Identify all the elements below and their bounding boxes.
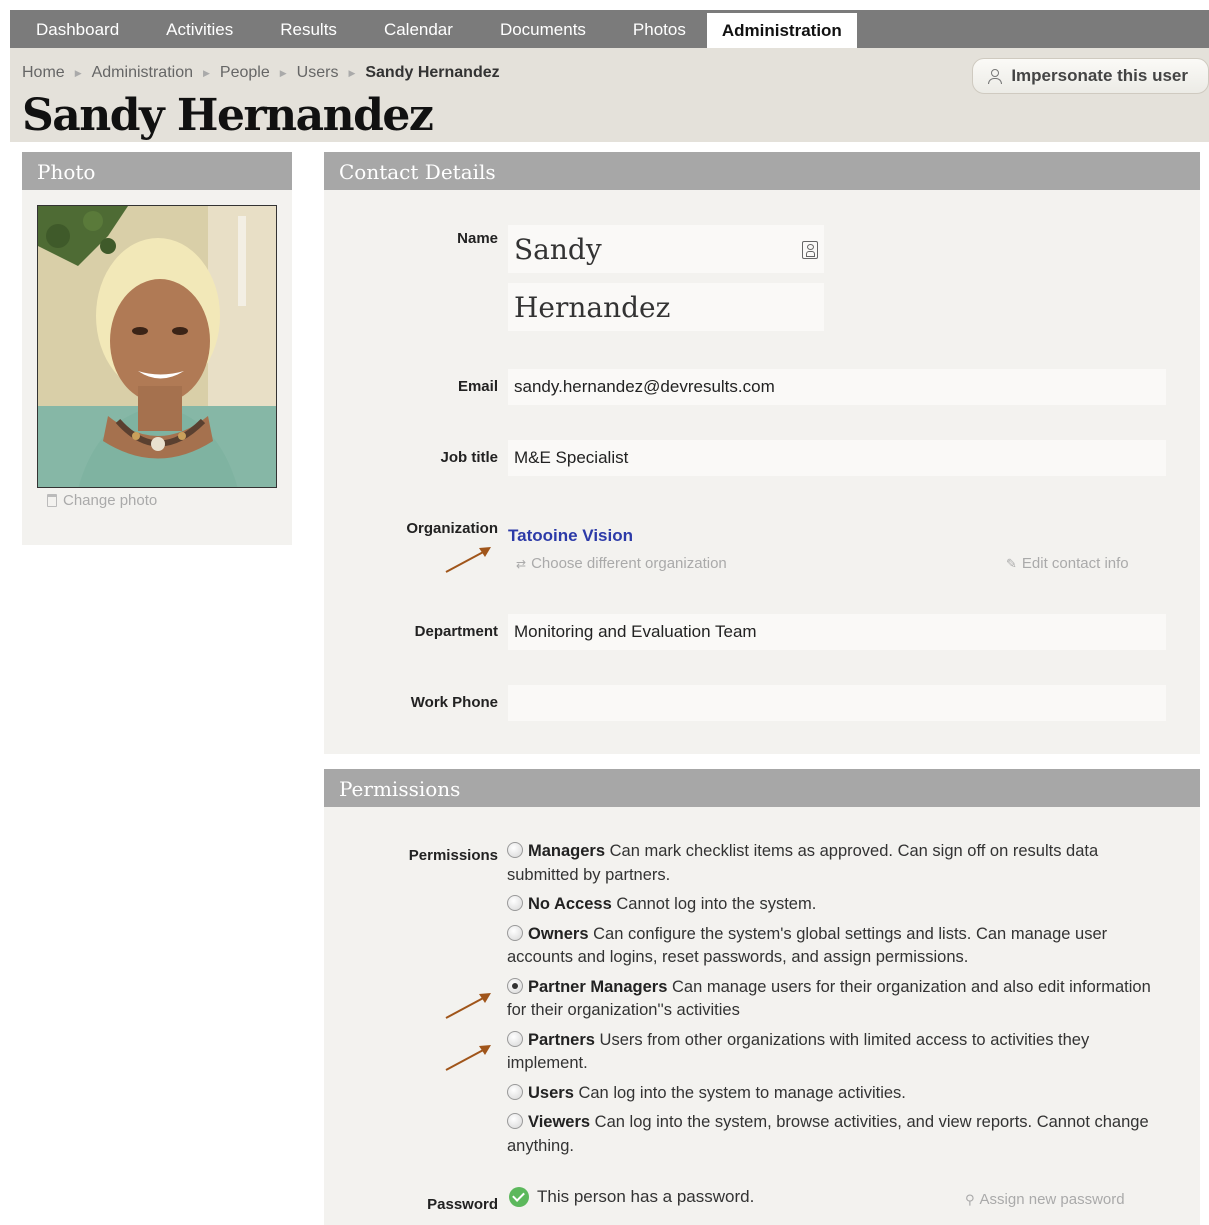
breadcrumb: Home ▶ Administration ▶ People ▶ Users ▶…: [22, 64, 500, 82]
user-photo: [37, 205, 277, 488]
permission-option-partner-managers[interactable]: Partner Managers Can manage users for th…: [507, 976, 1167, 1023]
password-label: Password: [427, 1196, 498, 1213]
user-icon: [987, 68, 1003, 84]
trash-icon: [47, 494, 57, 507]
name-label: Name: [457, 230, 498, 247]
annotation-arrow-icon: [445, 1045, 491, 1071]
radio-viewers[interactable]: [507, 1113, 523, 1129]
photo-panel-title: Photo: [22, 152, 292, 190]
choose-organization-link[interactable]: ⇄ Choose different organization: [516, 555, 727, 572]
photo-panel: Change photo: [22, 190, 292, 545]
permission-option-no-access[interactable]: No Access Cannot log into the system.: [507, 893, 1167, 917]
job-title-value: M&E Specialist: [514, 448, 629, 467]
page-header: Home ▶ Administration ▶ People ▶ Users ▶…: [10, 48, 1209, 142]
breadcrumb-users[interactable]: Users: [297, 64, 339, 82]
role-description: Can configure the system's global settin…: [507, 924, 1108, 967]
department-label: Department: [414, 623, 498, 640]
edit-contact-label: Edit contact info: [1021, 555, 1129, 572]
breadcrumb-separator-icon: ▶: [279, 67, 287, 78]
role-name: Viewers: [528, 1113, 591, 1131]
permission-option-managers[interactable]: Managers Can mark checklist items as app…: [507, 840, 1167, 887]
last-name-value: Hernandez: [514, 290, 671, 324]
organization-link[interactable]: Tatooine Vision: [508, 526, 633, 546]
breadcrumb-people[interactable]: People: [220, 64, 270, 82]
role-name: Managers: [528, 842, 606, 860]
key-icon: ⚲: [965, 1191, 975, 1207]
tab-documents[interactable]: Documents: [474, 10, 607, 48]
permissions-panel-title: Permissions: [324, 769, 1200, 807]
role-name: Partners: [528, 1030, 595, 1049]
change-photo-link[interactable]: Change photo: [47, 492, 157, 509]
role-name: No Access: [528, 895, 612, 913]
role-description: Can log into the system, browse activiti…: [507, 1113, 1149, 1155]
breadcrumb-separator-icon: ▶: [74, 67, 82, 78]
permission-option-owners[interactable]: Owners Can configure the system's global…: [507, 923, 1167, 970]
pencil-icon: ✎: [1006, 555, 1017, 571]
role-description: Users from other organizations with limi…: [507, 1030, 1090, 1073]
role-name: Owners: [528, 924, 589, 943]
role-description: Cannot log into the system.: [616, 895, 817, 913]
radio-users[interactable]: [507, 1083, 523, 1100]
change-photo-label: Change photo: [63, 492, 158, 509]
tab-dashboard[interactable]: Dashboard: [10, 10, 140, 48]
contact-panel-title: Contact Details: [324, 152, 1200, 190]
radio-owners[interactable]: [507, 924, 523, 941]
password-status-text: This person has a password.: [537, 1187, 755, 1206]
breadcrumb-home[interactable]: Home: [22, 64, 65, 82]
radio-partners[interactable]: [507, 1030, 523, 1047]
last-name-field[interactable]: Hernandez: [508, 283, 824, 331]
email-field[interactable]: sandy.hernandez@devresults.com: [508, 369, 1166, 405]
impersonate-button[interactable]: Impersonate this user: [972, 58, 1209, 94]
email-value: sandy.hernandez@devresults.com: [514, 377, 775, 396]
first-name-field[interactable]: Sandy: [508, 225, 824, 273]
permissions-radio-group: Managers Can mark checklist items as app…: [507, 840, 1167, 1164]
role-description: Can log into the system to manage activi…: [578, 1083, 906, 1102]
permission-option-users[interactable]: Users Can log into the system to manage …: [507, 1082, 1167, 1106]
breadcrumb-current: Sandy Hernandez: [365, 64, 500, 81]
work-phone-field[interactable]: [508, 685, 1166, 721]
impersonate-label: Impersonate this user: [1011, 66, 1188, 85]
top-nav: Dashboard Activities Results Calendar Do…: [10, 10, 1209, 48]
breadcrumb-separator-icon: ▶: [202, 67, 210, 78]
edit-contact-link[interactable]: ✎ Edit contact info: [1006, 555, 1129, 572]
radio-managers[interactable]: [507, 842, 523, 858]
role-name: Partner Managers: [528, 977, 668, 996]
tab-results[interactable]: Results: [254, 10, 358, 48]
check-circle-icon: [509, 1187, 529, 1207]
tab-calendar[interactable]: Calendar: [358, 10, 474, 48]
choose-organization-label: Choose different organization: [531, 555, 727, 572]
assign-password-label: Assign new password: [979, 1191, 1125, 1208]
work-phone-label: Work Phone: [410, 694, 498, 711]
job-title-label: Job title: [440, 449, 498, 466]
tab-photos[interactable]: Photos: [607, 10, 707, 48]
email-label: Email: [457, 378, 498, 395]
first-name-value: Sandy: [514, 232, 602, 266]
assign-password-link[interactable]: ⚲ Assign new password: [965, 1191, 1125, 1208]
job-title-field[interactable]: M&E Specialist: [508, 440, 1166, 476]
organization-label: Organization: [406, 520, 498, 537]
role-name: Users: [528, 1083, 574, 1102]
contact-card-icon[interactable]: [802, 241, 818, 259]
department-field[interactable]: Monitoring and Evaluation Team: [508, 614, 1166, 650]
portrait-image: [38, 206, 276, 487]
breadcrumb-separator-icon: ▶: [348, 67, 356, 78]
permission-option-viewers[interactable]: Viewers Can log into the system, browse …: [507, 1111, 1167, 1158]
annotation-arrow-icon: [445, 993, 491, 1019]
radio-partner-managers[interactable]: [507, 977, 523, 994]
annotation-arrow-icon: [445, 547, 491, 573]
permissions-label: Permissions: [408, 847, 498, 864]
permission-option-partners[interactable]: Partners Users from other organizations …: [507, 1029, 1167, 1076]
breadcrumb-administration[interactable]: Administration: [92, 64, 193, 82]
radio-no-access[interactable]: [507, 895, 523, 911]
password-status: This person has a password.: [509, 1187, 754, 1207]
page-title: Sandy Hernandez: [22, 90, 434, 141]
department-value: Monitoring and Evaluation Team: [514, 622, 757, 641]
tab-administration[interactable]: Administration: [706, 13, 857, 48]
shuffle-icon: ⇄: [516, 556, 527, 571]
tab-activities[interactable]: Activities: [140, 10, 254, 48]
